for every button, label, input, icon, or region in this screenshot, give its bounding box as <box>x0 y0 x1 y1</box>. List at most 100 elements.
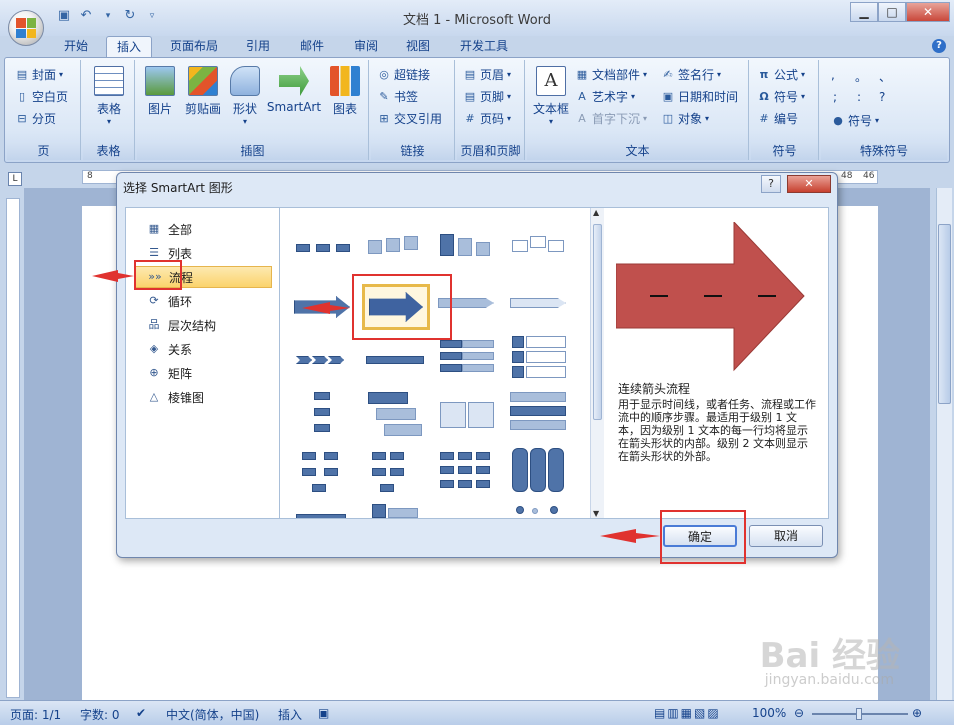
tab-review[interactable]: 审阅 <box>346 36 386 58</box>
scroll-down-icon[interactable]: ▼ <box>593 509 599 518</box>
tab-view[interactable]: 视图 <box>398 36 438 58</box>
category-relationship[interactable]: ◈ 关系 <box>134 338 272 360</box>
layout-partial-2[interactable] <box>366 504 424 518</box>
header-button[interactable]: ▤ 页眉 ▾ <box>463 66 511 83</box>
symbol-button[interactable]: Ω 符号 ▾ <box>757 88 805 105</box>
layout-detailed-process[interactable] <box>366 452 424 498</box>
status-zoom[interactable]: 100% <box>752 706 786 720</box>
signature-line-button[interactable]: ✍ 签名行 ▾ <box>661 66 721 83</box>
date-time-button[interactable]: ▣ 日期和时间 <box>661 88 738 105</box>
gallery-scrollbar[interactable]: ▲ ▼ <box>590 208 604 518</box>
category-all[interactable]: ▦ 全部 <box>134 218 272 240</box>
status-language[interactable]: 中文(简体，中国) <box>166 706 259 723</box>
zoom-slider-thumb[interactable] <box>856 708 862 720</box>
layout-basic-timeline[interactable] <box>366 344 424 382</box>
clipart-button[interactable]: 剪贴画 <box>181 66 225 117</box>
layout-basic-process[interactable] <box>294 232 352 270</box>
layout-timeline-arrow[interactable] <box>510 288 568 326</box>
minimize-button[interactable]: ▁ <box>850 2 878 22</box>
preview-pane: 连续箭头流程 用于显示时间线，或者任务、流程或工作流中的顺序步骤。最适用于级别 … <box>606 208 828 518</box>
layout-step-up-process[interactable] <box>366 232 424 270</box>
cycle-icon: ⟳ <box>149 294 159 307</box>
cancel-button[interactable]: 取消 <box>749 525 823 547</box>
table-button[interactable]: 表格 ▾ <box>91 66 127 126</box>
zoom-slider[interactable] <box>812 708 908 720</box>
layout-partial-4[interactable] <box>510 506 568 518</box>
textbox-button[interactable]: A 文本框 ▾ <box>531 66 571 126</box>
special-question[interactable]: ? <box>879 90 885 104</box>
numbering-button[interactable]: # 编号 <box>757 110 798 127</box>
wordart-button[interactable]: A 艺术字 ▾ <box>575 88 635 105</box>
vertical-scrollbar[interactable] <box>936 188 952 700</box>
blank-page-button[interactable]: ▯ 空白页 <box>15 88 68 105</box>
layout-columns-process[interactable] <box>510 448 568 496</box>
scroll-up-icon[interactable]: ▲ <box>593 208 599 217</box>
layout-repeating-bending[interactable] <box>294 452 352 498</box>
hyperlink-button[interactable]: ◎ 超链接 <box>377 66 430 83</box>
category-hierarchy[interactable]: 品层次结构 <box>134 314 272 336</box>
group-pages: ▤ 封面 ▾ ▯ 空白页 ⊟ 分页 页 <box>7 60 81 160</box>
layout-vertical-chevron[interactable] <box>438 340 496 384</box>
dialog-body: ▦ 全部 ☰ 列表 »» 流程 ⟳ 循环 品层次结构 ◈ 关系 ⊕ 矩阵 △ 棱锥图 <box>125 207 829 519</box>
cover-page-button[interactable]: ▤ 封面 ▾ <box>15 66 63 83</box>
status-mode[interactable]: 插入 <box>278 706 302 723</box>
zoom-in-icon[interactable]: ⊕ <box>912 706 922 720</box>
special-symbol-button[interactable]: ● 符号 ▾ <box>831 112 879 129</box>
tab-page-layout[interactable]: 页面布局 <box>162 36 226 58</box>
category-pyramid[interactable]: △ 棱锥图 <box>134 386 272 408</box>
window-title: 文档 1 - Microsoft Word <box>402 13 552 28</box>
layout-gallery <box>280 208 590 518</box>
special-period[interactable]: 。 <box>855 68 867 85</box>
cross-reference-button[interactable]: ⊞ 交叉引用 <box>377 110 442 127</box>
proofing-icon[interactable]: ✔ <box>136 706 146 720</box>
help-icon[interactable]: ? <box>932 39 946 53</box>
page-break-button[interactable]: ⊟ 分页 <box>15 110 56 127</box>
special-semicolon[interactable]: ; <box>833 90 837 104</box>
page-number-button[interactable]: # 页码 ▾ <box>463 110 511 127</box>
special-comma[interactable]: , <box>831 68 835 82</box>
tab-references[interactable]: 引用 <box>238 36 278 58</box>
layout-partial-1[interactable] <box>294 514 352 518</box>
special-enum-comma[interactable]: 、 <box>879 68 891 85</box>
layout-vertical-chevron-list[interactable] <box>510 336 568 382</box>
tab-insert[interactable]: 插入 <box>106 36 152 58</box>
layout-process-list[interactable] <box>438 402 496 440</box>
picture-button[interactable]: 图片 <box>141 66 179 117</box>
tab-mailings[interactable]: 邮件 <box>292 36 332 58</box>
macro-record-icon[interactable]: ▣ <box>318 706 329 720</box>
gallery-scroll-thumb[interactable] <box>593 224 602 420</box>
layout-vertical-process[interactable] <box>304 392 344 442</box>
layout-segmented-process[interactable] <box>438 452 496 498</box>
category-matrix[interactable]: ⊕ 矩阵 <box>134 362 272 384</box>
bookmark-button[interactable]: ✎ 书签 <box>377 88 418 105</box>
equation-button[interactable]: π 公式 ▾ <box>757 66 805 83</box>
chart-button[interactable]: 图表 <box>327 66 363 117</box>
smartart-button[interactable]: SmartArt <box>265 66 323 114</box>
shapes-button[interactable]: 形状 ▾ <box>227 66 263 126</box>
status-page[interactable]: 页面: 1/1 <box>10 706 61 723</box>
status-word-count[interactable]: 字数: 0 <box>80 706 120 723</box>
tab-home[interactable]: 开始 <box>56 36 96 58</box>
category-cycle[interactable]: ⟳ 循环 <box>134 290 272 312</box>
view-buttons-icon[interactable]: ▤▥▦▧▨ <box>654 706 721 720</box>
layout-accent-process[interactable] <box>510 232 568 270</box>
dialog-close-button[interactable]: ✕ <box>787 175 831 193</box>
drop-cap-button[interactable]: A 首字下沉 ▾ <box>575 110 647 127</box>
zoom-out-icon[interactable]: ⊖ <box>794 706 804 720</box>
layout-staggered-process[interactable] <box>366 392 424 442</box>
close-button[interactable]: ✕ <box>906 2 950 22</box>
special-colon[interactable]: : <box>857 90 861 104</box>
maximize-button[interactable]: □ <box>878 2 906 22</box>
vertical-scroll-thumb[interactable] <box>938 224 951 404</box>
layout-chevron-process[interactable] <box>294 344 352 382</box>
layout-descending-process[interactable] <box>510 392 568 438</box>
layout-alternating-flow[interactable] <box>294 288 352 326</box>
office-button[interactable] <box>8 10 44 46</box>
quick-parts-button[interactable]: ▦ 文档部件 ▾ <box>575 66 647 83</box>
footer-button[interactable]: ▤ 页脚 ▾ <box>463 88 511 105</box>
dialog-help-button[interactable]: ? <box>761 175 781 193</box>
tab-developer[interactable]: 开发工具 <box>452 36 516 58</box>
layout-step-down-process[interactable] <box>438 232 496 270</box>
object-button[interactable]: ◫ 对象 ▾ <box>661 110 709 127</box>
tab-selector-icon[interactable]: L <box>8 172 22 186</box>
